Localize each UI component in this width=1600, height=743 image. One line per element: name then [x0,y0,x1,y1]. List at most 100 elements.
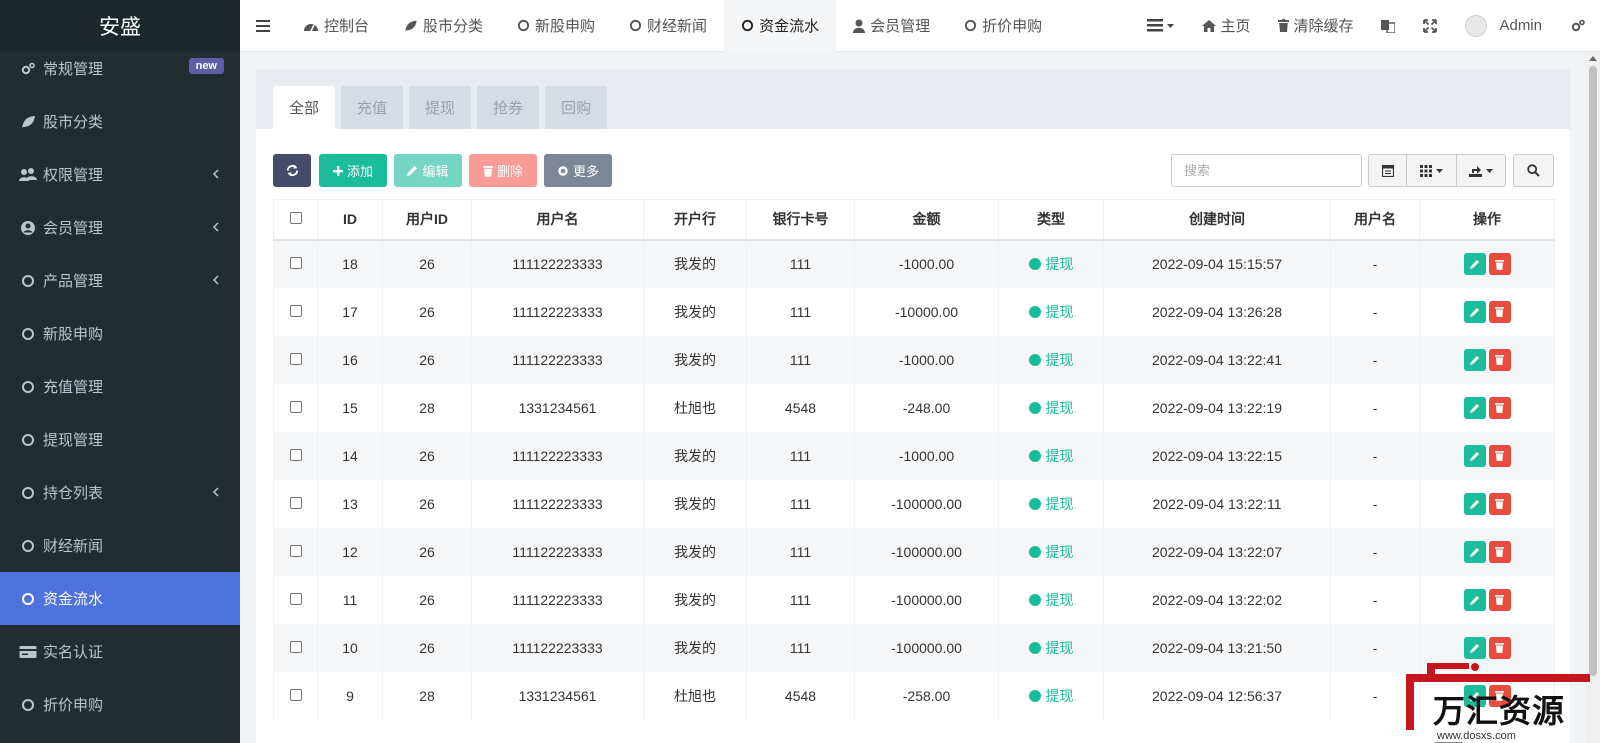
sidebar-item-members[interactable]: 会员管理 [0,201,240,254]
toggle-view-button[interactable] [1368,154,1407,187]
col-header[interactable]: 用户名 [471,199,644,241]
table-row[interactable]: 14 26 111122223333 我发的 111 -1000.00 提现 2022-09-… [273,431,1555,480]
col-header[interactable]: 银行卡号 [746,199,855,241]
refresh-button[interactable] [273,154,311,187]
more-button[interactable]: 更多 [544,154,612,187]
tab-recharge[interactable]: 充值 [341,86,404,129]
type-badge[interactable]: 提现 [1028,254,1074,274]
type-badge[interactable]: 提现 [1028,542,1074,562]
row-delete-button[interactable] [1488,300,1511,323]
sidebar-item-positions[interactable]: 持仓列表 [0,466,240,519]
edit-button[interactable]: 编辑 [394,154,462,187]
row-edit-button[interactable] [1463,636,1486,659]
type-badge[interactable]: 提现 [1028,350,1074,370]
topnav-ipo[interactable]: 新股申购 [500,0,612,52]
tab-buyback[interactable]: 回购 [545,86,608,129]
col-header[interactable]: ID [317,199,383,241]
row-checkbox[interactable] [289,257,302,269]
row-delete-button[interactable] [1488,636,1511,659]
col-header[interactable]: 创建时间 [1103,199,1331,241]
row-delete-button[interactable] [1488,492,1511,515]
col-header[interactable]: 用户名 [1330,199,1420,241]
row-edit-button[interactable] [1463,588,1486,611]
type-badge[interactable]: 提现 [1028,302,1074,322]
delete-button[interactable]: 删除 [469,154,537,187]
table-row[interactable]: 9 28 1331234561 杜旭也 4548 -258.00 提现 2022-09-04 … [273,671,1555,720]
table-row[interactable]: 18 26 111122223333 我发的 111 -1000.00 提现 2022-09-… [273,239,1555,288]
scroll-up-arrow[interactable] [1589,56,1597,61]
table-row[interactable]: 13 26 111122223333 我发的 111 -100000.00 提现 2022-0… [273,479,1555,528]
col-header[interactable]: 类型 [998,199,1104,241]
sidebar-toggle-button[interactable] [240,0,286,52]
row-delete-button[interactable] [1488,253,1511,275]
type-badge[interactable]: 提现 [1028,590,1074,610]
sidebar-item-recharge[interactable]: 充值管理 [0,360,240,413]
export-dropdown-button[interactable] [1456,154,1506,187]
table-row[interactable]: 12 26 111122223333 我发的 111 -100000.00 提现 2022-0… [273,527,1555,576]
row-delete-button[interactable] [1488,348,1511,371]
type-badge[interactable]: 提现 [1028,494,1074,514]
row-edit-button[interactable] [1463,492,1486,515]
row-checkbox[interactable] [289,688,302,701]
type-badge[interactable]: 提现 [1028,686,1074,706]
table-row[interactable]: 11 26 111122223333 我发的 111 -100000.00 提现 2022-0… [273,575,1555,624]
type-badge[interactable]: 提现 [1028,446,1074,466]
row-checkbox[interactable] [289,592,302,605]
home-link[interactable]: 主页 [1188,0,1264,52]
sidebar-item-discount[interactable]: 折价申购 [0,678,240,731]
row-edit-button[interactable] [1463,300,1486,323]
row-delete-button[interactable] [1488,588,1511,611]
scrollbar-thumb[interactable] [1589,66,1597,676]
search-input[interactable] [1171,154,1362,187]
row-edit-button[interactable] [1463,253,1486,275]
sidebar-item-products[interactable]: 产品管理 [0,254,240,307]
settings-button[interactable] [1556,0,1600,52]
topnav-members[interactable]: 会员管理 [836,0,947,52]
user-menu[interactable]: Admin [1451,0,1556,52]
table-row[interactable]: 16 26 111122223333 我发的 111 -1000.00 提现 2022-09-… [273,335,1555,384]
fullscreen-button[interactable] [1409,0,1451,52]
select-all-checkbox[interactable] [289,212,302,225]
topnav-fund-flow[interactable]: 资金流水 [724,0,837,52]
sidebar-item-permissions[interactable]: 权限管理 [0,148,240,201]
row-checkbox[interactable] [289,448,302,461]
table-row[interactable]: 10 26 111122223333 我发的 111 -100000.00 提现 2022-0… [273,623,1555,672]
page-scrollbar[interactable] [1586,52,1600,743]
type-badge[interactable]: 提现 [1028,638,1074,658]
col-header[interactable]: 开户行 [643,199,747,241]
tab-coupon[interactable]: 抢券 [477,86,540,129]
topnav-news[interactable]: 财经新闻 [612,0,724,52]
table-row[interactable]: 17 26 111122223333 我发的 111 -10000.00 提现 2022-09… [273,287,1555,336]
topnav-discount[interactable]: 折价申购 [947,0,1059,52]
row-checkbox[interactable] [289,304,302,317]
row-checkbox[interactable] [289,400,302,413]
advanced-search-button[interactable] [1513,154,1554,187]
type-badge[interactable]: 提现 [1028,398,1074,418]
table-row[interactable]: 15 28 1331234561 杜旭也 4548 -248.00 提现 2022-09-04… [273,383,1555,432]
sidebar-item-fund-flow[interactable]: 资金流水 [0,572,240,625]
row-edit-button[interactable] [1463,396,1486,419]
sidebar-item-stock-category[interactable]: 股市分类 [0,95,240,148]
row-edit-button[interactable] [1463,540,1486,563]
sidebar-item-realname[interactable]: 实名认证 [0,625,240,678]
row-edit-button[interactable] [1463,444,1486,467]
menu-list-dropdown[interactable] [1133,0,1188,52]
row-checkbox[interactable] [289,352,302,365]
tab-all[interactable]: 全部 [273,86,336,129]
add-button[interactable]: 添加 [319,154,387,187]
sidebar-item-withdraw[interactable]: 提现管理 [0,413,240,466]
clear-cache-button[interactable]: 清除缓存 [1264,0,1367,52]
sidebar-item-news[interactable]: 财经新闻 [0,519,240,572]
row-edit-button[interactable] [1463,348,1486,371]
tab-withdraw[interactable]: 提现 [409,86,472,129]
sidebar-item-ipo[interactable]: 新股申购 [0,307,240,360]
col-header[interactable]: 金额 [854,199,999,241]
col-header[interactable]: 用户ID [382,199,472,241]
columns-dropdown-button[interactable] [1406,154,1457,187]
language-button[interactable] [1367,0,1409,52]
row-delete-button[interactable] [1488,444,1511,467]
row-checkbox[interactable] [289,496,302,509]
row-checkbox[interactable] [289,544,302,557]
topnav-stock-category[interactable]: 股市分类 [386,0,500,52]
row-delete-button[interactable] [1488,396,1511,419]
